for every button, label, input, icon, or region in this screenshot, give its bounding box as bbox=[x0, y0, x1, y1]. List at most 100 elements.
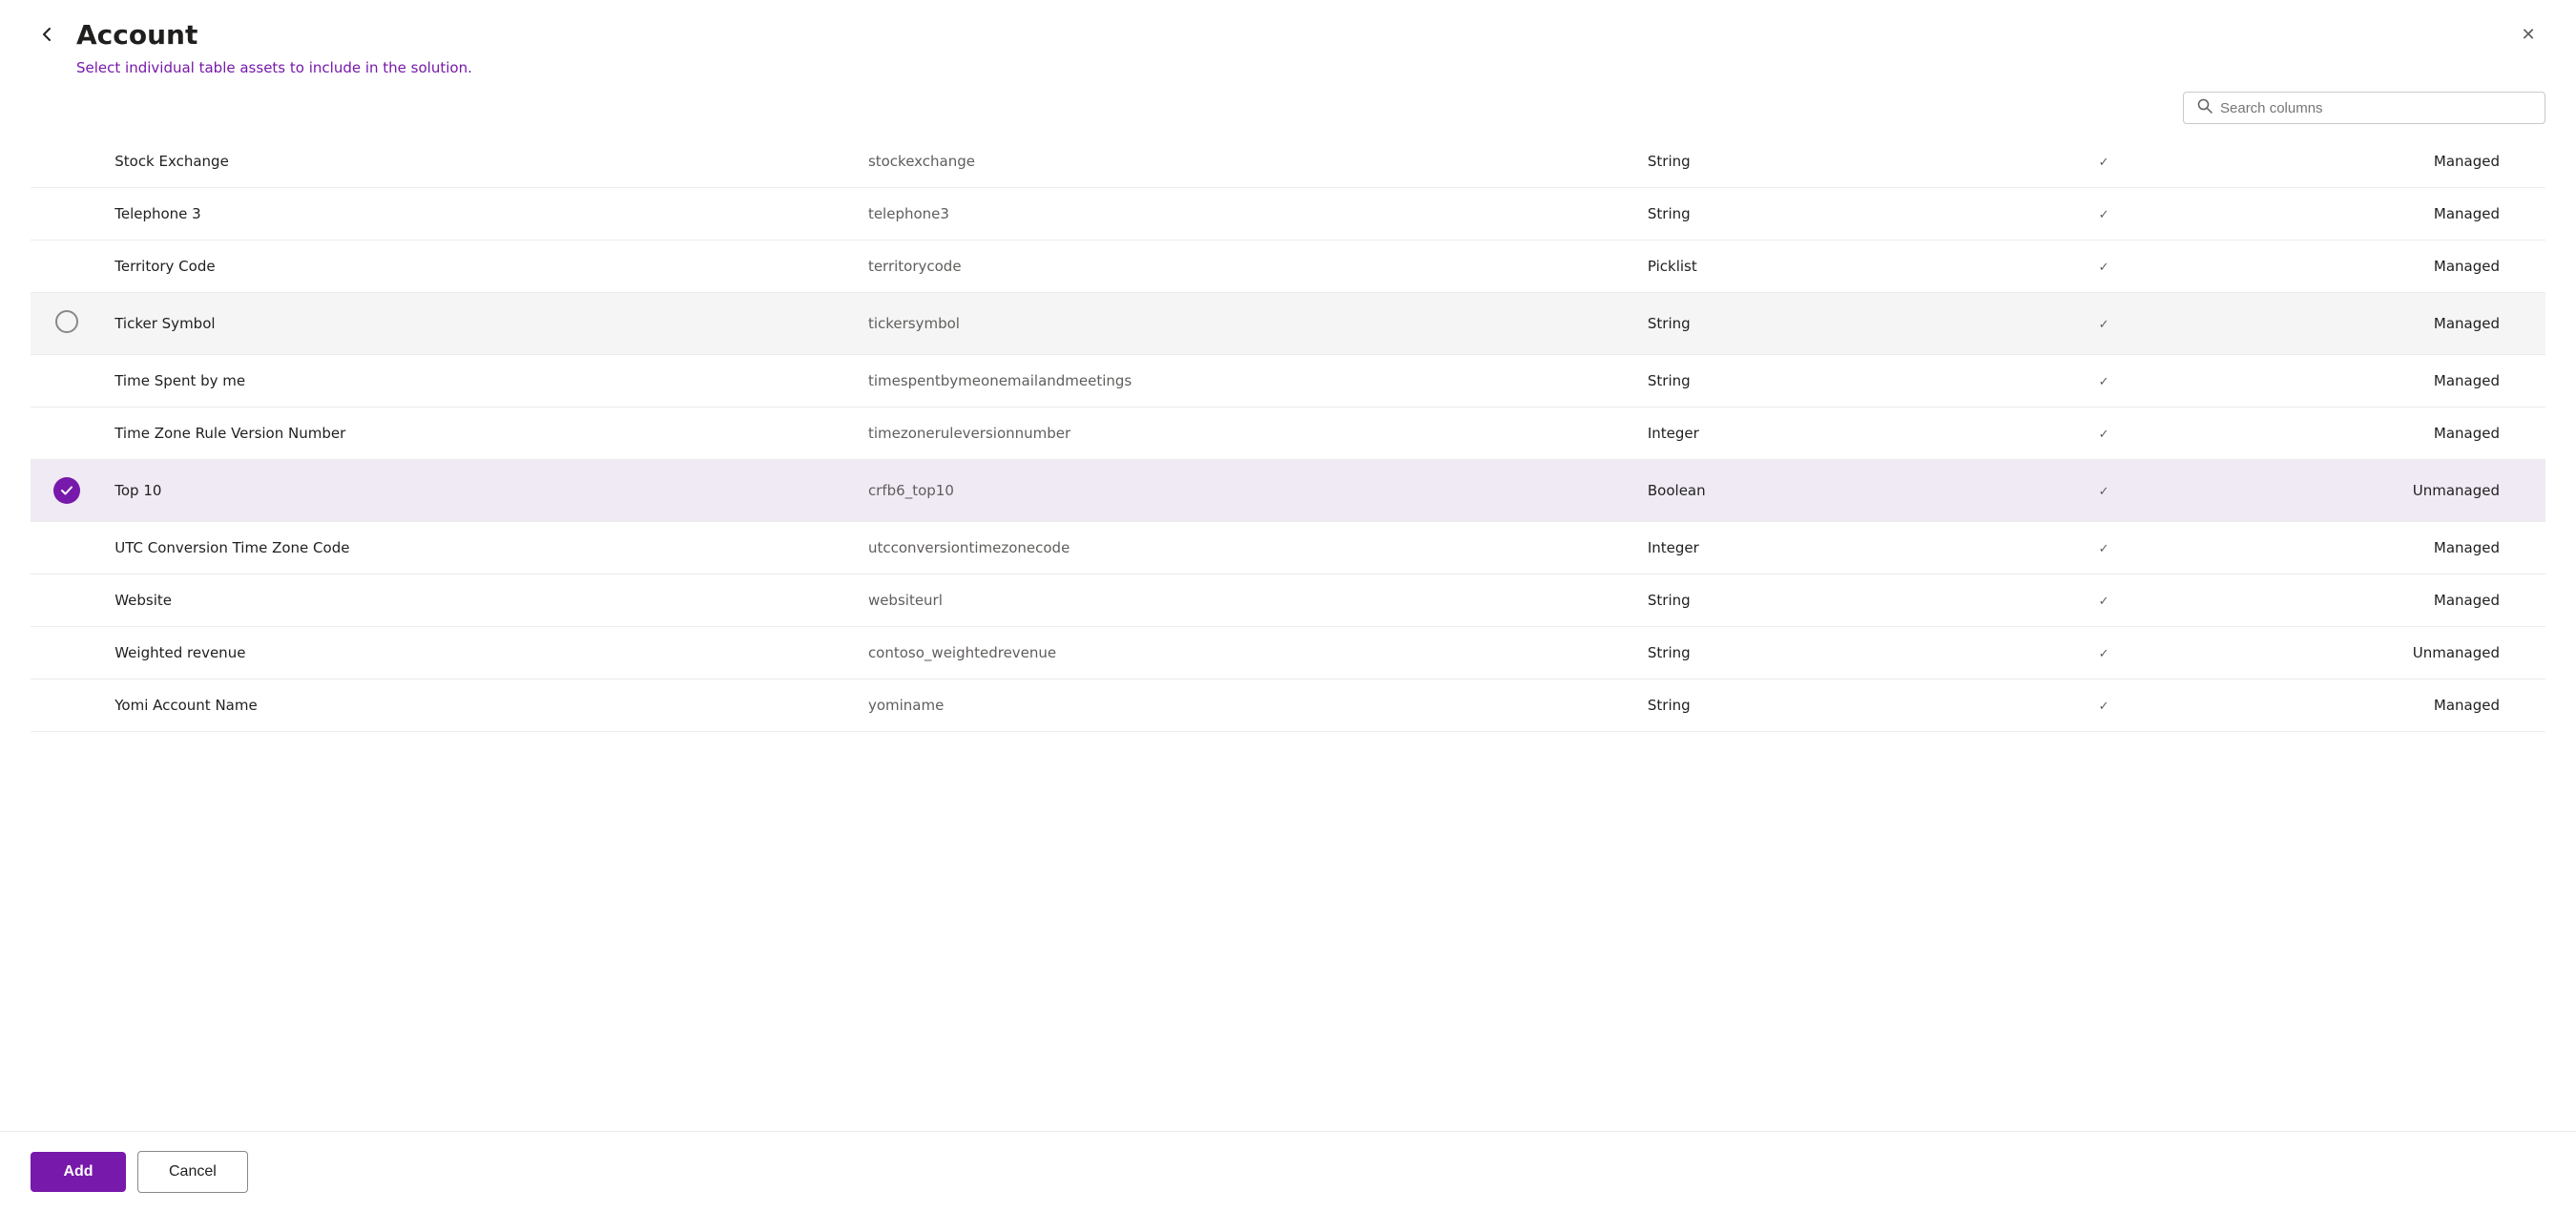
row-managed-status: Managed bbox=[2182, 136, 2545, 188]
row-name: Time Zone Rule Version Number bbox=[103, 407, 857, 460]
table-row[interactable]: Telephone 3telephone3String ✓ Managed bbox=[31, 188, 2545, 240]
row-checkmark: ✓ bbox=[2025, 188, 2181, 240]
row-checkbox[interactable] bbox=[31, 240, 103, 293]
back-button[interactable] bbox=[31, 17, 65, 52]
table-row[interactable]: Ticker SymboltickersymbolString ✓ Managed bbox=[31, 293, 2545, 355]
search-input[interactable] bbox=[2220, 100, 2531, 116]
row-name: Telephone 3 bbox=[103, 188, 857, 240]
row-type: Picklist bbox=[1636, 240, 2025, 293]
row-managed-status: Managed bbox=[2182, 240, 2545, 293]
table-row[interactable]: Weighted revenuecontoso_weightedrevenueS… bbox=[31, 627, 2545, 679]
row-name: Stock Exchange bbox=[103, 136, 857, 188]
row-checkmark: ✓ bbox=[2025, 240, 2181, 293]
row-logical-name: crfb6_top10 bbox=[857, 460, 1636, 522]
row-checkbox[interactable] bbox=[31, 136, 103, 188]
checkmark-icon: ✓ bbox=[2099, 485, 2109, 499]
row-checkmark: ✓ bbox=[2025, 355, 2181, 407]
row-name: Time Spent by me bbox=[103, 355, 857, 407]
checkmark-icon: ✓ bbox=[2099, 647, 2109, 661]
row-managed-status: Managed bbox=[2182, 188, 2545, 240]
subtitle-highlight2: include in the solution bbox=[309, 59, 467, 76]
table-row[interactable]: Territory CodeterritorycodePicklist ✓ Mana… bbox=[31, 240, 2545, 293]
row-checkbox[interactable] bbox=[31, 679, 103, 732]
row-checkbox[interactable] bbox=[31, 293, 103, 355]
row-type: String bbox=[1636, 293, 2025, 355]
row-type: Integer bbox=[1636, 407, 2025, 460]
row-logical-name: utcconversiontimezonecode bbox=[857, 522, 1636, 575]
row-checkmark: ✓ bbox=[2025, 407, 2181, 460]
row-name: Yomi Account Name bbox=[103, 679, 857, 732]
row-checkbox[interactable] bbox=[31, 355, 103, 407]
row-managed-status: Unmanaged bbox=[2182, 627, 2545, 679]
checkmark-icon: ✓ bbox=[2099, 595, 2109, 609]
row-type: Boolean bbox=[1636, 460, 2025, 522]
row-managed-status: Managed bbox=[2182, 293, 2545, 355]
table-row[interactable]: Stock ExchangestockexchangeString✓Manage… bbox=[31, 136, 2545, 188]
checkmark-icon: ✓ bbox=[2099, 318, 2109, 332]
table-row[interactable]: WebsitewebsiteurlString✓Managed bbox=[31, 575, 2545, 627]
row-checkmark: ✓ bbox=[2025, 679, 2181, 732]
row-logical-name: stockexchange bbox=[857, 136, 1636, 188]
table-row[interactable]: UTC Conversion Time Zone Codeutcconversi… bbox=[31, 522, 2545, 575]
row-managed-status: Unmanaged bbox=[2182, 460, 2545, 522]
table-container: Stock ExchangestockexchangeString✓Manage… bbox=[0, 136, 2576, 1131]
search-bar-row bbox=[0, 92, 2576, 136]
row-name: Website bbox=[103, 575, 857, 627]
search-box bbox=[2183, 92, 2545, 124]
row-checkbox[interactable] bbox=[31, 407, 103, 460]
columns-table: Stock ExchangestockexchangeString✓Manage… bbox=[31, 136, 2545, 732]
page-title: Account bbox=[76, 19, 197, 51]
subtitle: Select individual table assets to includ… bbox=[0, 52, 2576, 92]
row-checkbox[interactable] bbox=[31, 627, 103, 679]
row-checkmark: ✓ bbox=[2025, 460, 2181, 522]
row-logical-name: territorycode bbox=[857, 240, 1636, 293]
checkmark-icon: ✓ bbox=[2099, 261, 2109, 275]
row-checkbox[interactable] bbox=[31, 188, 103, 240]
row-managed-status: Managed bbox=[2182, 522, 2545, 575]
row-checkbox[interactable] bbox=[31, 575, 103, 627]
row-checkmark: ✓ bbox=[2025, 627, 2181, 679]
checkbox-checked-icon bbox=[53, 477, 80, 504]
row-type: String bbox=[1636, 679, 2025, 732]
checkmark-icon: ✓ bbox=[2099, 700, 2109, 714]
checkmark-icon: ✓ bbox=[2099, 428, 2109, 442]
row-logical-name: yominame bbox=[857, 679, 1636, 732]
row-logical-name: timespentbymeonemailandmeetings bbox=[857, 355, 1636, 407]
row-logical-name: websiteurl bbox=[857, 575, 1636, 627]
table-row[interactable]: Yomi Account NameyominameString ✓ Managed bbox=[31, 679, 2545, 732]
checkmark-icon: ✓ bbox=[2099, 208, 2109, 222]
cancel-button[interactable]: Cancel bbox=[137, 1151, 248, 1193]
header-left: Account bbox=[31, 17, 197, 52]
row-managed-status: Managed bbox=[2182, 575, 2545, 627]
row-type: String bbox=[1636, 188, 2025, 240]
row-type: String bbox=[1636, 627, 2025, 679]
add-button[interactable]: Add bbox=[31, 1152, 126, 1192]
row-logical-name: timezoneruleversionnumber bbox=[857, 407, 1636, 460]
row-name: Territory Code bbox=[103, 240, 857, 293]
footer: Add Cancel bbox=[0, 1131, 2576, 1212]
dialog-header: Account ✕ bbox=[0, 0, 2576, 52]
row-logical-name: contoso_weightedrevenue bbox=[857, 627, 1636, 679]
row-checkmark: ✓ bbox=[2025, 575, 2181, 627]
row-logical-name: tickersymbol bbox=[857, 293, 1636, 355]
checkmark-icon: ✓ bbox=[2099, 542, 2109, 556]
checkbox-empty-icon bbox=[55, 310, 78, 333]
row-name: Top 10 bbox=[103, 460, 857, 522]
row-checkmark: ✓ bbox=[2025, 136, 2181, 188]
row-checkmark: ✓ bbox=[2025, 293, 2181, 355]
row-type: String bbox=[1636, 136, 2025, 188]
row-managed-status: Managed bbox=[2182, 679, 2545, 732]
row-managed-status: Managed bbox=[2182, 355, 2545, 407]
table-row[interactable]: Top 10crfb6_top10Boolean ✓ Unmanaged bbox=[31, 460, 2545, 522]
table-row[interactable]: Time Spent by metimespentbymeonemailandm… bbox=[31, 355, 2545, 407]
search-icon bbox=[2197, 98, 2212, 117]
row-checkbox[interactable] bbox=[31, 522, 103, 575]
table-row[interactable]: Time Zone Rule Version Numbertimezonerul… bbox=[31, 407, 2545, 460]
row-name: UTC Conversion Time Zone Code bbox=[103, 522, 857, 575]
row-name: Ticker Symbol bbox=[103, 293, 857, 355]
row-checkbox[interactable] bbox=[31, 460, 103, 522]
row-managed-status: Managed bbox=[2182, 407, 2545, 460]
row-name: Weighted revenue bbox=[103, 627, 857, 679]
row-logical-name: telephone3 bbox=[857, 188, 1636, 240]
close-button[interactable]: ✕ bbox=[2511, 17, 2545, 52]
